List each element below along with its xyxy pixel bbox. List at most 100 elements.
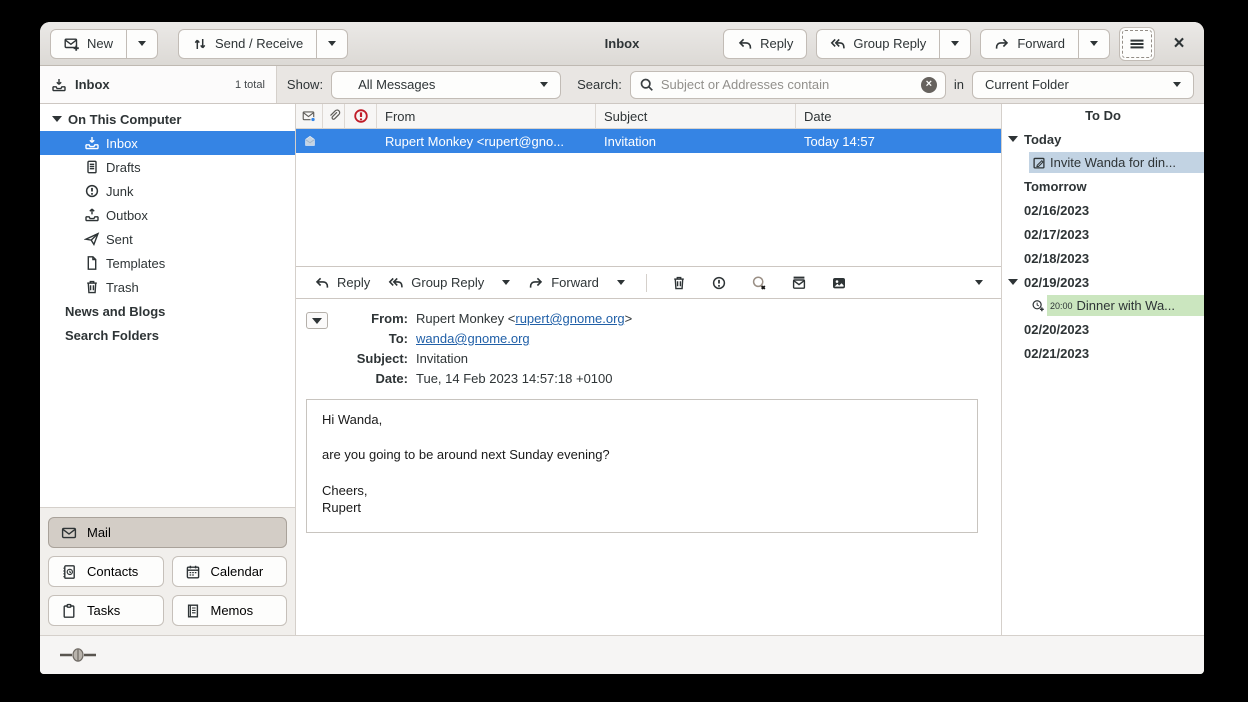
sender-email-link[interactable]: rupert@gnome.org [515, 311, 624, 326]
group-reply-icon [830, 36, 846, 52]
column-header-subject[interactable]: Subject [596, 104, 796, 128]
message-body: Hi Wanda, are you going to be around nex… [306, 399, 978, 533]
switcher-tasks-button[interactable]: Tasks [48, 595, 164, 626]
switcher-memos-button[interactable]: Memos [172, 595, 288, 626]
switcher-mail-button[interactable]: Mail [48, 517, 287, 548]
close-button[interactable]: × [1164, 29, 1194, 59]
hamburger-icon [1129, 36, 1145, 52]
inbox-icon [51, 77, 67, 93]
sidebar-item-news-and-blogs[interactable]: News and Blogs [40, 299, 295, 323]
todo-group-today[interactable]: Today [1002, 127, 1204, 151]
event-time: 20:00 [1050, 301, 1073, 311]
important-icon [353, 108, 369, 124]
forward-button[interactable]: Forward [980, 29, 1079, 59]
todo-group-tomorrow[interactable]: Tomorrow [1002, 174, 1204, 198]
send-receive-dropdown-button[interactable] [317, 29, 348, 59]
expander-down-icon[interactable] [1008, 279, 1018, 285]
todo-task-item[interactable]: Invite Wanda for din... [1002, 151, 1204, 174]
message-row-from: Rupert Monkey <rupert@gno... [377, 129, 596, 153]
sidebar-item-outbox[interactable]: Outbox [40, 203, 295, 227]
online-status-icon[interactable] [60, 648, 96, 662]
delete-message-button[interactable] [662, 270, 696, 296]
sidebar-item-trash[interactable]: Trash [40, 275, 295, 299]
todo-event-item[interactable]: 20:00 Dinner with Wa... [1002, 294, 1204, 317]
send-receive-button[interactable]: Send / Receive [178, 29, 317, 59]
todo-group-date[interactable]: 02/21/2023 [1002, 341, 1204, 365]
column-header-status[interactable] [296, 104, 323, 128]
search-input[interactable] [661, 77, 915, 92]
open-envelope-icon [303, 134, 317, 148]
reply-button[interactable]: Reply [723, 29, 807, 59]
toolbar-separator [646, 274, 647, 292]
show-filter-dropdown[interactable]: All Messages [331, 71, 561, 99]
preview-forward-button[interactable]: Forward [522, 270, 605, 296]
column-header-date[interactable]: Date [796, 104, 1001, 128]
column-header-important[interactable] [345, 104, 377, 128]
folder-pane-title: Inbox [75, 77, 110, 92]
sidebar-item-drafts[interactable]: Drafts [40, 155, 295, 179]
expander-down-icon[interactable] [1008, 136, 1018, 142]
todo-group-date[interactable]: 02/16/2023 [1002, 198, 1204, 222]
inbox-icon [84, 135, 100, 151]
preview-more-dropdown[interactable] [969, 270, 989, 296]
expander-down-icon[interactable] [52, 116, 62, 122]
group-reply-button[interactable]: Group Reply [816, 29, 940, 59]
clear-search-icon[interactable]: × [921, 77, 937, 93]
outbox-icon [84, 207, 100, 223]
mail-pane: From Subject Date Rupert Monkey <rupert@… [296, 104, 1001, 635]
preview-reply-button[interactable]: Reply [308, 270, 376, 296]
sidebar-item-templates[interactable]: Templates [40, 251, 295, 275]
new-dropdown-button[interactable] [127, 29, 158, 59]
reply-icon [737, 36, 753, 52]
mark-read-button[interactable] [782, 270, 816, 296]
to-value: wanda@gnome.org [416, 331, 632, 346]
preview-group-reply-dropdown[interactable] [496, 270, 516, 296]
trash-icon [671, 275, 687, 291]
message-row[interactable]: Rupert Monkey <rupert@gno... Invitation … [296, 129, 1001, 153]
todo-group-date[interactable]: 02/20/2023 [1002, 317, 1204, 341]
show-label: Show: [287, 77, 323, 92]
switcher-calendar-button[interactable]: Calendar [172, 556, 288, 587]
search-scope-dropdown[interactable]: Current Folder [972, 71, 1194, 99]
recipient-email-link[interactable]: wanda@gnome.org [416, 331, 530, 346]
junk-icon [84, 183, 100, 199]
switcher-contacts-button[interactable]: Contacts [48, 556, 164, 587]
message-row-date: Today 14:57 [796, 129, 1001, 153]
group-reply-dropdown-button[interactable] [940, 29, 971, 59]
menu-button[interactable] [1119, 27, 1155, 61]
junk-icon [711, 275, 727, 291]
collapse-headers-button[interactable] [306, 312, 328, 329]
trash-icon [84, 279, 100, 295]
todo-group-date-expanded[interactable]: 02/19/2023 [1002, 270, 1204, 294]
appointment-icon [1031, 299, 1045, 313]
todo-group-date[interactable]: 02/18/2023 [1002, 246, 1204, 270]
filter-row: Inbox 1 total Show: All Messages Search:… [40, 66, 1204, 104]
chevron-down-icon [1090, 41, 1098, 46]
contacts-icon [61, 564, 77, 580]
new-button[interactable]: New [50, 29, 127, 59]
mark-junk-button[interactable] [702, 270, 736, 296]
todo-panel-title: To Do [1002, 104, 1204, 127]
message-list-empty-area[interactable] [296, 153, 1001, 266]
sidebar-item-junk[interactable]: Junk [40, 179, 295, 203]
preview-forward-dropdown[interactable] [611, 270, 631, 296]
header-bar: Inbox New Send / Receive [40, 22, 1204, 66]
sidebar-item-inbox[interactable]: Inbox [40, 131, 295, 155]
reply-icon [314, 275, 330, 291]
mark-not-junk-button[interactable] [742, 270, 776, 296]
sidebar-root-on-this-computer[interactable]: On This Computer [40, 107, 295, 131]
remote-content-button[interactable] [822, 270, 856, 296]
sidebar-item-search-folders[interactable]: Search Folders [40, 323, 295, 347]
forward-icon [994, 36, 1010, 52]
message-preview: From: Rupert Monkey <rupert@gnome.org> T… [296, 299, 1001, 635]
date-label: Date: [336, 371, 408, 386]
sidebar-item-sent[interactable]: Sent [40, 227, 295, 251]
column-header-attachment[interactable] [323, 104, 345, 128]
todo-group-date[interactable]: 02/17/2023 [1002, 222, 1204, 246]
message-status-icon [302, 109, 316, 123]
preview-group-reply-button[interactable]: Group Reply [382, 270, 490, 296]
chevron-down-icon [1173, 82, 1181, 87]
column-header-from[interactable]: From [377, 104, 596, 128]
forward-dropdown-button[interactable] [1079, 29, 1110, 59]
chevron-down-icon [617, 280, 625, 285]
